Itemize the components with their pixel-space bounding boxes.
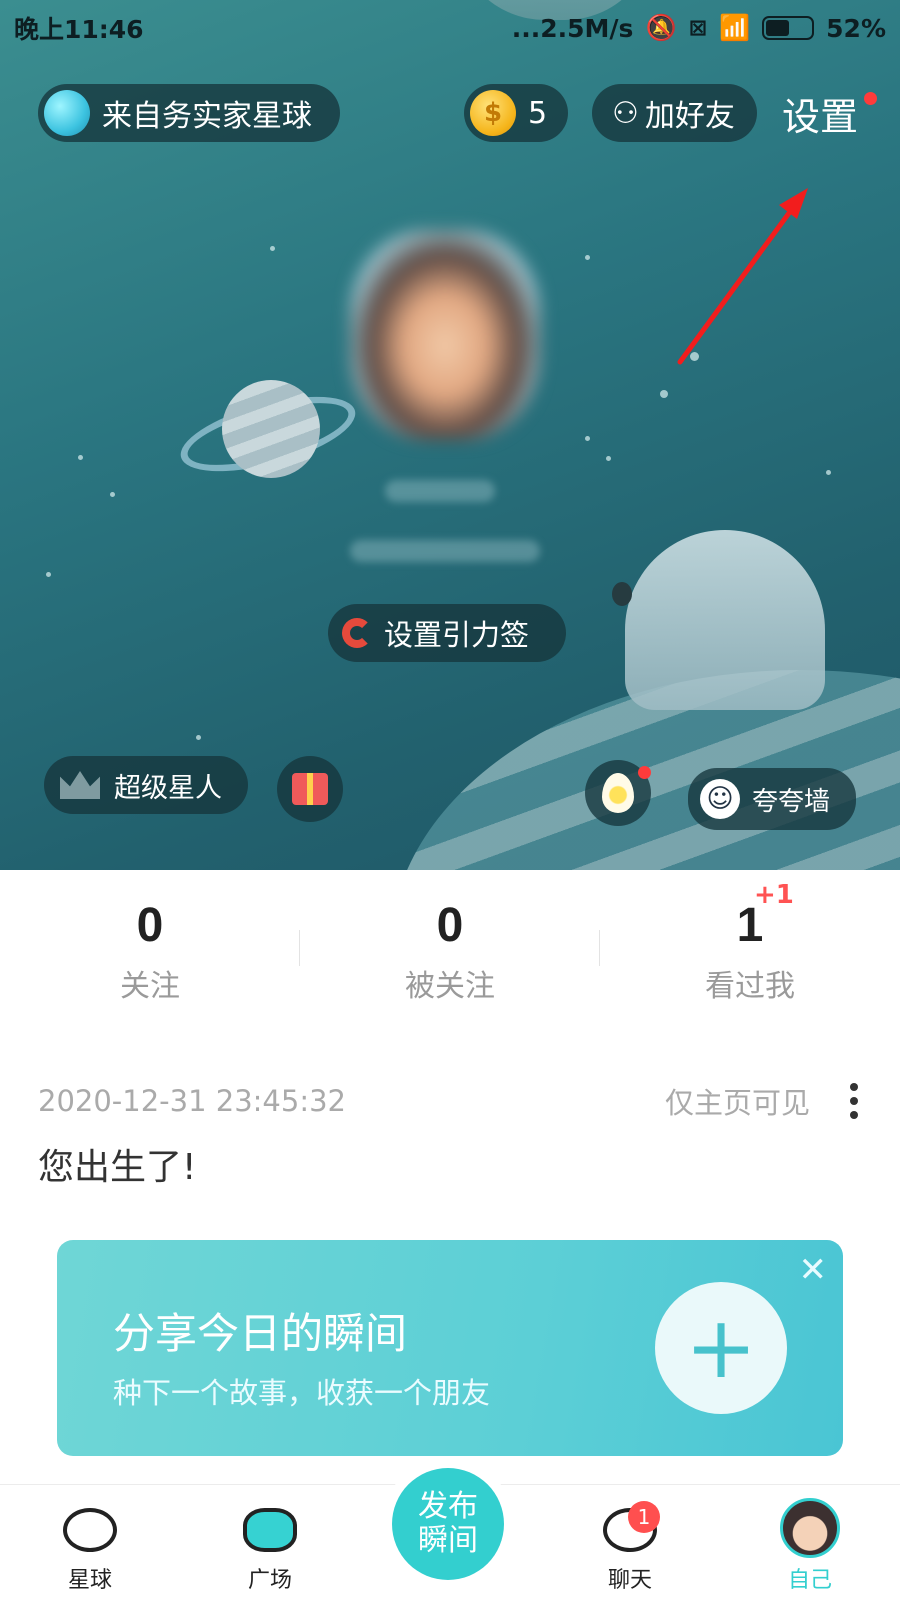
- ghost-mascot-decoration: [625, 530, 825, 710]
- share-moment-card[interactable]: 分享今日的瞬间 种下一个故事，收获一个朋友 ✕ +: [57, 1240, 843, 1456]
- gift-icon: [292, 773, 328, 805]
- chat-unread-badge: 1: [628, 1501, 660, 1533]
- following-label: 关注: [120, 969, 180, 1004]
- share-card-title: 分享今日的瞬间: [113, 1309, 408, 1358]
- magnet-icon: [342, 618, 372, 648]
- planet-icon: [63, 1508, 117, 1552]
- post-text: 您出生了!: [38, 1147, 197, 1188]
- gravity-tag-label: 设置引力签: [384, 618, 530, 652]
- tab-chat[interactable]: 1 聊天: [540, 1485, 720, 1600]
- post-meta: 2020-12-31 23:45:32 仅主页可见: [38, 1080, 858, 1122]
- avatar: [780, 1498, 840, 1558]
- post-visibility: 仅主页可见: [664, 1086, 810, 1120]
- post-timestamp: 2020-12-31 23:45:32: [38, 1084, 346, 1118]
- gift-button[interactable]: [277, 756, 343, 822]
- more-options-icon[interactable]: [850, 1083, 858, 1119]
- tab-me-label: 自己: [787, 1568, 832, 1593]
- egg-icon: [602, 773, 634, 813]
- smile-icon: ☺: [700, 779, 740, 819]
- crown-icon: [60, 771, 100, 799]
- tab-square[interactable]: 广场: [180, 1485, 360, 1600]
- visitors-label: 看过我: [705, 969, 795, 1004]
- super-star-button[interactable]: 超级星人: [44, 756, 248, 814]
- following-count: 0: [136, 899, 164, 952]
- super-star-label: 超级星人: [114, 772, 222, 804]
- tab-chat-label: 聊天: [607, 1568, 652, 1593]
- visitors-delta-badge: +1: [754, 880, 794, 910]
- set-gravity-tag-button[interactable]: 设置引力签: [328, 604, 566, 662]
- plus-icon[interactable]: +: [655, 1282, 787, 1414]
- praise-wall-button[interactable]: ☺ 夸夸墙: [688, 768, 856, 830]
- praise-wall-label: 夸夸墙: [752, 786, 831, 817]
- share-card-subtitle: 种下一个故事，收获一个朋友: [113, 1376, 491, 1410]
- publish-moment-button[interactable]: 发布 瞬间: [392, 1468, 504, 1580]
- stat-visitors[interactable]: 1 看过我 +1: [600, 870, 900, 1010]
- tab-me[interactable]: 自己: [720, 1485, 900, 1600]
- publish-line1: 发布: [418, 1489, 478, 1524]
- profile-stats: 0 关注 0 被关注 1 看过我 +1: [0, 870, 900, 1010]
- close-icon[interactable]: ✕: [799, 1250, 828, 1290]
- annotation-arrow-icon: [677, 188, 808, 365]
- followers-label: 被关注: [405, 969, 495, 1004]
- tab-planet-label: 星球: [67, 1568, 112, 1593]
- square-eye-icon: [243, 1508, 297, 1552]
- tab-square-label: 广场: [247, 1568, 292, 1593]
- bio-blurred: [350, 540, 540, 562]
- egg-notification-dot: [638, 766, 651, 779]
- ghost-eye-decoration: [612, 582, 632, 606]
- tab-planet[interactable]: 星球: [0, 1485, 180, 1600]
- publish-line2: 瞬间: [418, 1523, 478, 1558]
- username-blurred: [385, 480, 495, 502]
- stat-followers[interactable]: 0 被关注: [300, 870, 600, 1010]
- stat-following[interactable]: 0 关注: [0, 870, 300, 1010]
- followers-count: 0: [436, 899, 464, 952]
